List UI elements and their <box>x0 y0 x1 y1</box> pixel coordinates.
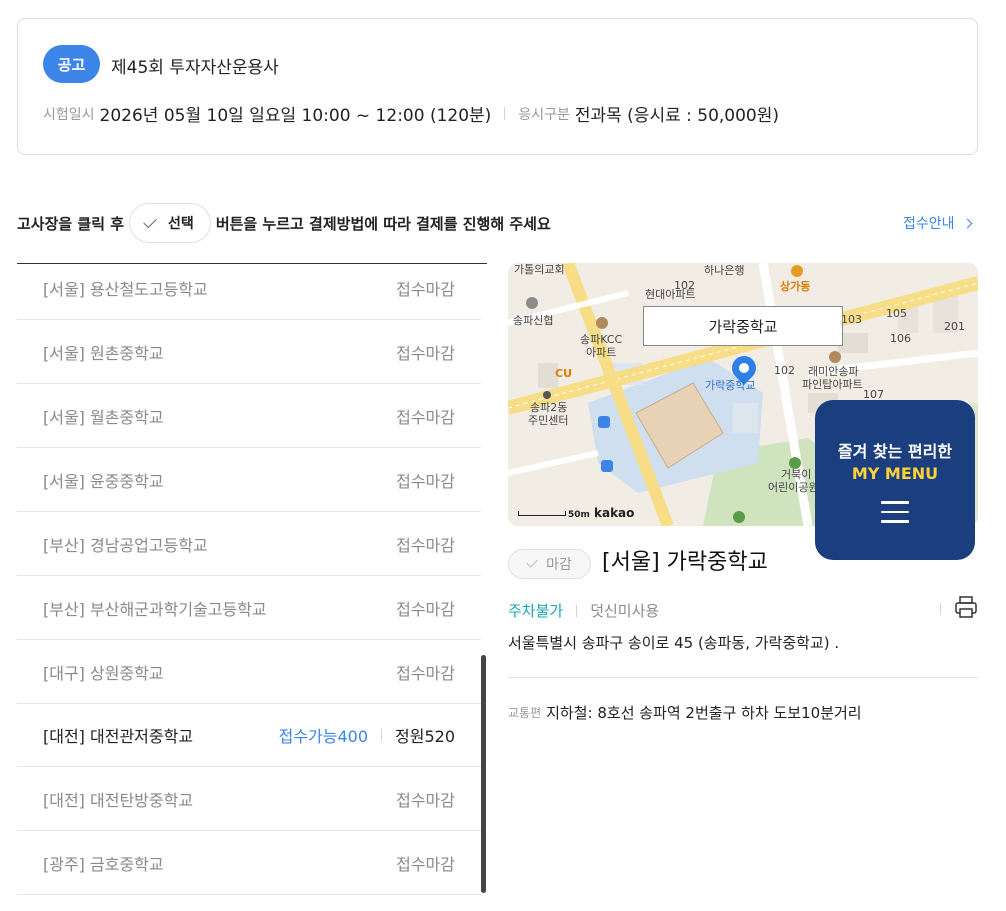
venue-name: [광주] 금호중학교 <box>43 854 164 874</box>
notice-badge: 공고 <box>43 45 100 83</box>
map-label: 송파KCC <box>580 333 623 346</box>
venue-list[interactable]: [서울] 용산철도고등학교 접수마감 [서울] 원촌중학교 접수마감 [서울] … <box>17 263 487 903</box>
exam-type-value: 전과목 (응시료 : 50,000원) <box>574 106 780 126</box>
parking-tag: 주차불가 <box>508 602 564 620</box>
venue-transit: 교통편 지하철: 8호선 송파역 2번출구 하차 도보10분거리 <box>508 702 862 723</box>
venue-row[interactable]: [부산] 부산해군과학기술고등학교 접수마감 <box>17 576 481 640</box>
map-label: 아파트 <box>586 346 617 359</box>
closed-status-button[interactable]: 마감 <box>508 549 591 579</box>
transit-value: 지하철: 8호선 송파역 2번출구 하차 도보10분거리 <box>546 704 862 722</box>
exam-info-card: 공고 제45회 투자자산운용사 시험일시 2026년 05월 10일 일요일 1… <box>17 18 978 155</box>
map-label: 201 <box>944 320 965 333</box>
exam-type-label: 응시구분 <box>518 106 570 123</box>
check-icon <box>526 556 538 568</box>
exam-date-value: 2026년 05월 10일 일요일 10:00 ~ 12:00 (120분) <box>99 106 492 126</box>
divider <box>381 728 383 741</box>
venue-name: [대전] 대전탄방중학교 <box>43 790 194 810</box>
venue-status: 접수마감 <box>396 663 455 683</box>
divider <box>504 107 506 120</box>
map-label: 송파2동 <box>530 401 568 414</box>
venue-row-available[interactable]: [대전] 대전관저중학교 접수가능400 정원520 <box>17 703 481 767</box>
venue-quota: 정원520 <box>395 726 455 746</box>
venue-name: [서울] 윤중중학교 <box>43 471 164 491</box>
venue-status: 접수마감 <box>396 407 455 427</box>
venue-name: [대전] 대전관저중학교 <box>43 726 194 746</box>
check-icon <box>143 214 157 228</box>
map-label: 103 <box>841 313 862 326</box>
map-label: 상가동 <box>780 280 811 293</box>
hamburger-menu-icon <box>881 501 909 523</box>
instruction-before: 고사장을 클릭 후 <box>17 214 125 233</box>
my-menu-button[interactable]: 즐겨 찾는 편리한 MY MENU <box>815 400 975 560</box>
venue-status: 접수마감 <box>396 343 455 363</box>
venue-name: [대구] 상원중학교 <box>43 663 164 683</box>
map-label: 106 <box>890 332 911 345</box>
kakao-logo: kakao <box>594 506 635 520</box>
map-marker-dot <box>739 363 749 373</box>
map-label: 파인탑아파트 <box>802 378 863 391</box>
venue-status: 접수마감 <box>396 279 455 299</box>
venue-row[interactable]: [광주] 금호중학교 접수마감 <box>17 831 481 895</box>
transit-label: 교통편 <box>508 706 542 720</box>
venue-status: 접수마감 <box>396 599 455 619</box>
my-menu-caption: 즐겨 찾는 편리한 <box>837 442 953 461</box>
list-scrollbar[interactable] <box>481 655 486 893</box>
map-place-label: 가락중학교 <box>643 306 843 346</box>
venue-status: 접수마감 <box>396 471 455 491</box>
venue-status: 접수마감 <box>396 854 455 874</box>
venue-name: [서울] 용산철도고등학교 <box>43 279 208 299</box>
venue-detail-title: [서울] 가락중학교 <box>602 550 768 575</box>
instruction-text: 고사장을 클릭 후 선택 버튼을 누르고 결제방법에 따라 결제를 진행해 주세… <box>17 203 551 243</box>
map-label: 거북이 <box>781 468 812 481</box>
venue-address: 서울특별시 송파구 송이로 45 (송파동, 가락중학교) . <box>508 634 840 652</box>
divider <box>508 677 978 678</box>
map-label: CU <box>555 367 573 380</box>
venue-row[interactable]: [서울] 용산철도고등학교 접수마감 <box>17 264 481 320</box>
apply-guide-link[interactable]: 접수안내 <box>903 213 972 233</box>
closed-status-label: 마감 <box>546 557 572 573</box>
instruction-after: 버튼을 누르고 결제방법에 따라 결제를 진행해 주세요 <box>215 214 551 233</box>
map-label: 102 <box>674 279 695 292</box>
map-label: 송파신협 <box>513 314 554 327</box>
venue-status: 접수마감 <box>396 790 455 810</box>
map-label: 하나은행 <box>704 264 745 277</box>
map-label: 105 <box>886 307 907 320</box>
map-label: 어린이공원 <box>768 481 819 494</box>
my-menu-title: MY MENU <box>851 464 939 483</box>
shoe-cover-tag: 덧신미사용 <box>590 602 660 620</box>
venue-tags: 주차불가 덧신미사용 <box>508 600 659 621</box>
venue-name: [서울] 월촌중학교 <box>43 407 164 427</box>
venue-row[interactable]: [부산] 경남공업고등학교 접수마감 <box>17 512 481 576</box>
exam-schedule: 시험일시 2026년 05월 10일 일요일 10:00 ~ 12:00 (12… <box>43 101 779 126</box>
select-label: 선택 <box>168 216 194 232</box>
map-label: 주민센터 <box>528 414 569 427</box>
venue-row[interactable]: [서울] 원촌중학교 접수마감 <box>17 320 481 384</box>
apply-guide-label: 접수안내 <box>903 216 955 232</box>
divider <box>576 604 578 617</box>
venue-row[interactable]: [대구] 상원중학교 접수마감 <box>17 640 481 704</box>
map-scale-text: 50m <box>568 510 590 520</box>
exam-date-label: 시험일시 <box>43 106 95 123</box>
venue-row[interactable]: [대전] 대전탄방중학교 접수마감 <box>17 767 481 831</box>
map-pin-label: 가락중학교 <box>705 379 756 392</box>
venue-name: [부산] 경남공업고등학교 <box>43 535 208 555</box>
map-label: 래미안송파 <box>808 365 859 378</box>
select-button-sample: 선택 <box>129 203 211 243</box>
map-label: 가톨의교회 <box>514 263 565 276</box>
venue-row[interactable]: [서울] 월촌중학교 접수마감 <box>17 384 481 448</box>
venue-available-count: 접수가능400 <box>278 726 369 746</box>
venue-name: [부산] 부산해군과학기술고등학교 <box>43 599 267 619</box>
exam-title: 제45회 투자자산운용사 <box>111 58 279 78</box>
divider <box>940 603 941 615</box>
venue-status: 접수마감 <box>396 535 455 555</box>
venue-name: [서울] 원촌중학교 <box>43 343 164 363</box>
map-label: 102 <box>774 364 795 377</box>
printer-icon[interactable] <box>954 595 978 619</box>
venue-row[interactable]: [서울] 윤중중학교 접수마감 <box>17 448 481 512</box>
chevron-right-icon <box>962 218 972 228</box>
map-scale-bar <box>518 511 566 516</box>
